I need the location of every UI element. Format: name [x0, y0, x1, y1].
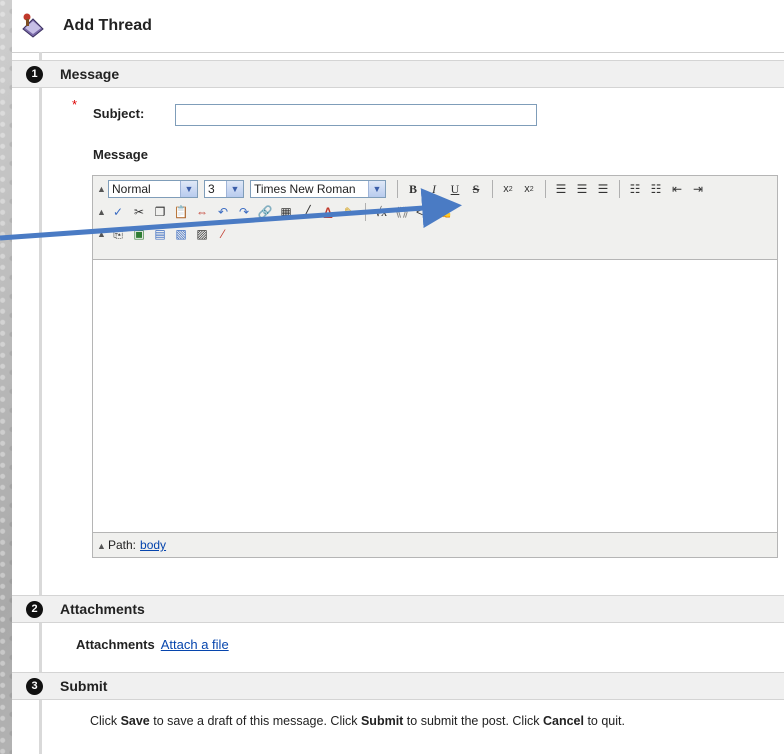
collapse-grip-icon[interactable]: ▲: [97, 534, 106, 558]
redo-icon[interactable]: ↷: [234, 202, 254, 222]
subscript-icon[interactable]: x2: [498, 179, 518, 199]
strikethrough-icon[interactable]: S: [466, 179, 486, 199]
paste-icon[interactable]: 📋: [171, 202, 191, 222]
horizontal-rule-icon[interactable]: ╱: [297, 202, 317, 222]
embed-media-icon[interactable]: ⟪⟫: [392, 202, 412, 222]
collapse-grip-icon[interactable]: ▲: [97, 184, 106, 194]
outdent-icon[interactable]: ⇤: [667, 179, 687, 199]
toolbar-separator: [365, 203, 366, 221]
submit-instructions: Click Save to save a draft of this messa…: [90, 714, 625, 728]
subject-input[interactable]: [175, 104, 537, 126]
path-link-body[interactable]: body: [140, 538, 166, 552]
editor-content-area[interactable]: [93, 260, 777, 532]
align-right-icon[interactable]: ☰: [593, 179, 613, 199]
rich-text-editor: ▲ Normal ▼ 3 ▼ Times New Roman ▼ B I U S x2…: [92, 175, 778, 558]
italic-icon[interactable]: I: [424, 179, 444, 199]
toolbar-separator: [397, 180, 398, 198]
section-title: Message: [60, 66, 120, 82]
align-left-icon[interactable]: ☰: [551, 179, 571, 199]
toolbar-row-1: ▲ Normal ▼ 3 ▼ Times New Roman ▼ B I U S x2…: [97, 178, 709, 200]
table-icon[interactable]: ▦: [276, 202, 296, 222]
link-icon[interactable]: 🔗: [255, 202, 275, 222]
editor-path-bar: ▲ Path: body: [93, 532, 777, 557]
superscript-icon[interactable]: x2: [519, 179, 539, 199]
clear-format-icon[interactable]: ⁄: [213, 224, 233, 244]
chevron-down-icon: ▼: [180, 181, 197, 197]
insert-image-icon[interactable]: ▣: [129, 224, 149, 244]
edit-form-icon[interactable]: ✍: [434, 202, 454, 222]
discussion-thread-icon: [22, 13, 44, 38]
bold-icon[interactable]: B: [403, 179, 423, 199]
highlight-icon[interactable]: ✎: [339, 202, 359, 222]
collapse-grip-icon[interactable]: ▲: [97, 207, 106, 217]
page-header: Add Thread: [12, 0, 784, 53]
toolbar-row-3: ▲ ⎘ ▣ ▤ ▧ ▨ ⁄: [97, 223, 234, 245]
section-submit: 3 Submit: [12, 672, 784, 700]
section-attachments: 2 Attachments: [12, 595, 784, 623]
insert-document-icon[interactable]: ▧: [171, 224, 191, 244]
equation-editor-icon[interactable]: √x: [371, 202, 391, 222]
unordered-list-icon[interactable]: ☷: [646, 179, 666, 199]
toolbar-separator: [619, 180, 620, 198]
copy-icon[interactable]: ❐: [150, 202, 170, 222]
text-color-icon[interactable]: A: [318, 202, 338, 222]
insert-media-icon[interactable]: ▤: [150, 224, 170, 244]
toolbar-separator: [545, 180, 546, 198]
spellcheck-icon[interactable]: ✓: [108, 202, 128, 222]
align-center-icon[interactable]: ☰: [572, 179, 592, 199]
subject-label: Subject:: [93, 106, 145, 121]
toolbar-separator: [492, 180, 493, 198]
step-number-badge: 3: [26, 678, 43, 695]
step-number-badge: 1: [26, 66, 43, 83]
message-label: Message: [93, 147, 148, 162]
insert-mashup-icon[interactable]: ▨: [192, 224, 212, 244]
html-source-icon[interactable]: <>: [413, 202, 433, 222]
find-replace-icon[interactable]: ⇔: [192, 202, 212, 222]
collapse-grip-icon[interactable]: ▲: [97, 229, 106, 239]
chevron-down-icon: ▼: [226, 181, 243, 197]
font-size-select[interactable]: 3 ▼: [204, 180, 244, 198]
path-label: Path:: [108, 538, 137, 552]
attachments-row: Attachments Attach a file: [76, 637, 229, 652]
toolbar-row-2: ▲ ✓ ✂ ❐ 📋 ⇔ ↶ ↷ 🔗 ▦ ╱ A ✎ √x ⟪⟫ <> ✍: [97, 201, 455, 223]
section-title: Attachments: [60, 601, 145, 617]
page: Add Thread 1 Message * Subject: Message …: [12, 0, 784, 754]
font-family-select[interactable]: Times New Roman ▼: [250, 180, 386, 198]
attach-file-icon[interactable]: ⎘: [108, 224, 128, 244]
indent-icon[interactable]: ⇥: [688, 179, 708, 199]
page-title: Add Thread: [63, 17, 152, 34]
required-indicator: *: [72, 97, 78, 112]
underline-icon[interactable]: U: [445, 179, 465, 199]
undo-icon[interactable]: ↶: [213, 202, 233, 222]
section-message: 1 Message: [12, 60, 784, 88]
attach-file-link[interactable]: Attach a file: [161, 637, 229, 652]
attachments-label: Attachments: [76, 637, 155, 652]
section-title: Submit: [60, 678, 108, 694]
cut-icon[interactable]: ✂: [129, 202, 149, 222]
left-rule: [39, 52, 42, 754]
ordered-list-icon[interactable]: ☷: [625, 179, 645, 199]
chevron-down-icon: ▼: [368, 181, 385, 197]
step-number-badge: 2: [26, 601, 43, 618]
editor-toolbar: ▲ Normal ▼ 3 ▼ Times New Roman ▼ B I U S x2…: [93, 176, 777, 260]
format-select[interactable]: Normal ▼: [108, 180, 198, 198]
